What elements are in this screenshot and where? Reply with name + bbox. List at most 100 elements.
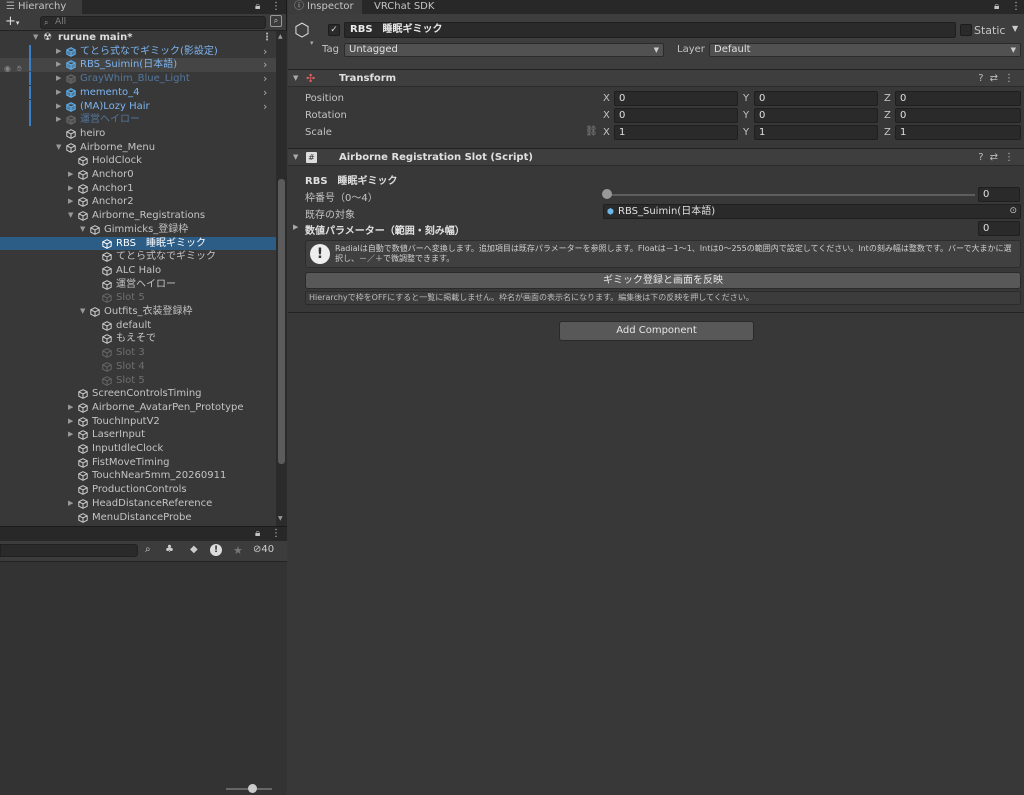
x-axis-label[interactable]: X: [603, 93, 610, 104]
parameter-foldout-label[interactable]: 数値パラメーター（範囲・刻み幅）: [305, 222, 465, 237]
active-checkbox[interactable]: ✓: [328, 24, 340, 36]
hierarchy-item[interactable]: ▶ TouchInputV2: [0, 415, 276, 429]
position-y-field[interactable]: 0: [754, 91, 878, 106]
collapsed-arrow-icon[interactable]: ▶: [68, 168, 73, 182]
collapsed-arrow-icon[interactable]: ▶: [68, 182, 73, 196]
position-z-field[interactable]: 0: [895, 91, 1021, 106]
project-lock-icon[interactable]: 🔒︎: [255, 527, 260, 541]
hierarchy-item[interactable]: Slot 3: [0, 346, 276, 360]
hierarchy-item[interactable]: Slot 5: [0, 374, 276, 388]
transform-component-header[interactable]: ▼ ✣ Transform ?⇄⋮: [288, 69, 1024, 87]
hierarchy-item[interactable]: ▶ てとら式なでギミック(影設定) ›: [0, 44, 276, 59]
slot-slider-track[interactable]: [608, 194, 975, 196]
preset-icon[interactable]: ⇄: [990, 73, 1004, 84]
warning-icon[interactable]: !: [210, 544, 222, 556]
hierarchy-item[interactable]: ▶ (MA)Lozy Hair ›: [0, 99, 276, 114]
rotation-z-field[interactable]: 0: [895, 108, 1021, 123]
hidden-eye-icon[interactable]: ⊘40: [253, 544, 274, 555]
context-menu-icon[interactable]: ⋮: [1004, 73, 1020, 84]
icon-dropdown-icon[interactable]: ▾: [310, 39, 314, 47]
hierarchy-item[interactable]: ▼ Gimmicks_登録枠: [0, 223, 276, 237]
hierarchy-item[interactable]: Slot 5: [0, 291, 276, 305]
scale-x-field[interactable]: 1: [614, 125, 738, 140]
collapsed-arrow-icon[interactable]: ▶: [68, 428, 73, 442]
y-axis-label[interactable]: Y: [743, 127, 749, 138]
hierarchy-item[interactable]: もえそで: [0, 332, 276, 346]
hierarchy-item[interactable]: ▶ GrayWhim_Blue_Light ›: [0, 72, 276, 86]
hierarchy-item[interactable]: ▶ RBS_Suimin(日本語) ›: [0, 58, 276, 73]
collapsed-arrow-icon[interactable]: ▶: [56, 100, 61, 114]
y-axis-label[interactable]: Y: [743, 110, 749, 121]
position-x-field[interactable]: 0: [614, 91, 738, 106]
expanded-arrow-icon[interactable]: ▼: [80, 223, 85, 237]
collapsed-arrow-icon[interactable]: ▶: [56, 45, 61, 59]
hierarchy-item[interactable]: default: [0, 319, 276, 333]
open-prefab-chevron-icon[interactable]: ›: [263, 72, 267, 86]
rotation-y-field[interactable]: 0: [754, 108, 878, 123]
script-component-actions[interactable]: ?⇄⋮: [978, 149, 1020, 166]
label-tag-icon[interactable]: ◆: [190, 544, 198, 555]
hierarchy-item[interactable]: InputIdleClock: [0, 442, 276, 456]
hierarchy-item[interactable]: Slot 4: [0, 360, 276, 374]
hierarchy-item[interactable]: てとら式なでギミック: [0, 250, 276, 264]
object-picker-icon[interactable]: ⊙: [1009, 205, 1017, 218]
collapsed-arrow-icon[interactable]: ▶: [68, 497, 73, 511]
filter-type-icon[interactable]: ♣: [165, 544, 174, 555]
script-component-header[interactable]: ▼ # Airborne Registration Slot (Script) …: [288, 148, 1024, 166]
gameobject-cube-icon[interactable]: ⬡: [294, 20, 310, 41]
add-button[interactable]: +▾: [5, 14, 19, 31]
scene-menu-icon[interactable]: ⋮: [262, 31, 272, 45]
tag-dropdown[interactable]: Untagged ▼: [344, 43, 664, 57]
existing-target-field[interactable]: ⬢ RBS_Suimin(日本語) ⊙: [603, 204, 1021, 219]
open-prefab-chevron-icon[interactable]: ›: [263, 86, 267, 100]
hierarchy-item[interactable]: ▶ Anchor2: [0, 195, 276, 209]
gameobject-name-field[interactable]: RBS 睡眠ギミック: [344, 22, 956, 38]
scale-y-field[interactable]: 1: [754, 125, 878, 140]
apply-gimmick-button[interactable]: ギミック登録と画面を反映: [305, 272, 1021, 289]
pickable-hand-icon[interactable]: ✋︎: [17, 64, 22, 74]
help-icon[interactable]: ?: [978, 73, 989, 84]
favorite-star-icon[interactable]: ★: [233, 544, 243, 557]
preset-icon[interactable]: ⇄: [990, 152, 1004, 163]
collapsed-arrow-icon[interactable]: ▶: [68, 195, 73, 209]
hierarchy-scrollbar[interactable]: ▲ ▼: [276, 31, 287, 526]
hierarchy-item[interactable]: ▶ Anchor0: [0, 168, 276, 182]
scale-z-field[interactable]: 1: [895, 125, 1021, 140]
hierarchy-search-input[interactable]: ⌕ All: [40, 16, 266, 29]
hierarchy-item[interactable]: ProductionControls: [0, 483, 276, 497]
constrain-proportions-icon[interactable]: ⛓︎: [585, 126, 598, 137]
more-menu-icon[interactable]: ⋮: [271, 0, 281, 14]
y-axis-label[interactable]: Y: [743, 93, 749, 104]
tab-hierarchy[interactable]: ☰ Hierarchy: [0, 0, 82, 14]
static-dropdown-icon[interactable]: ▼: [1012, 24, 1018, 33]
search-by-type-icon[interactable]: ⌕: [145, 544, 151, 555]
add-component-button[interactable]: Add Component: [559, 321, 754, 341]
z-axis-label[interactable]: Z: [884, 93, 891, 104]
hierarchy-item[interactable]: FistMoveTiming: [0, 456, 276, 470]
collapsed-arrow-icon[interactable]: ▶: [68, 415, 73, 429]
open-prefab-chevron-icon[interactable]: ›: [263, 45, 267, 59]
foldout-arrow-icon[interactable]: ▶: [293, 223, 298, 231]
scene-visibility-icon[interactable]: ⌕: [270, 15, 282, 27]
open-prefab-chevron-icon[interactable]: ›: [263, 100, 267, 114]
hierarchy-item[interactable]: ▶ Airborne_AvatarPen_Prototype: [0, 401, 276, 415]
tab-vrchat-sdk[interactable]: VRChat SDK: [368, 0, 440, 14]
context-menu-icon[interactable]: ⋮: [1004, 152, 1020, 163]
tab-inspector[interactable]: ⓘ Inspector: [288, 0, 362, 14]
hierarchy-item[interactable]: TouchNear5mm_20260911: [0, 469, 276, 483]
project-search-input[interactable]: [0, 544, 138, 557]
hierarchy-item[interactable]: ALC Halo: [0, 264, 276, 278]
collapsed-arrow-icon[interactable]: ▶: [56, 113, 61, 127]
inspector-lock-icon[interactable]: 🔒︎: [994, 0, 999, 14]
hierarchy-item[interactable]: ▶ 運営ヘイロー: [0, 113, 276, 127]
z-axis-label[interactable]: Z: [884, 127, 891, 138]
hierarchy-item[interactable]: ▶ HeadDistanceReference: [0, 497, 276, 511]
slot-slider-thumb[interactable]: [602, 189, 612, 199]
scroll-up-icon[interactable]: ▲: [278, 33, 283, 40]
hierarchy-item[interactable]: heiro: [0, 127, 276, 141]
hierarchy-item[interactable]: ▶ LaserInput: [0, 428, 276, 442]
x-axis-label[interactable]: X: [603, 110, 610, 121]
scrollbar-thumb[interactable]: [278, 179, 285, 464]
hierarchy-item[interactable]: ▶ memento_4 ›: [0, 85, 276, 100]
slot-number-field[interactable]: 0: [978, 187, 1020, 202]
